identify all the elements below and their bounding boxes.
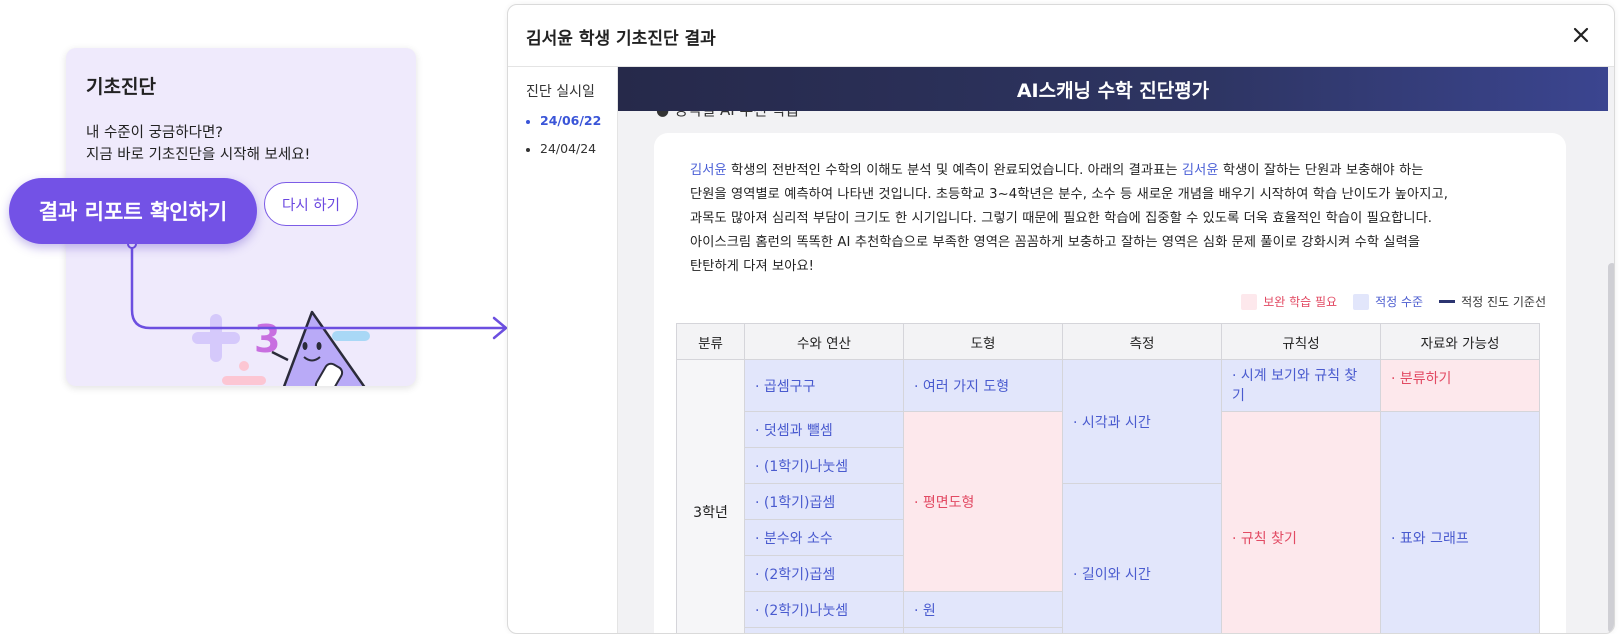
scrollbar-thumb[interactable] [1608, 263, 1615, 633]
modal-title: 김서윤 학생 기초진단 결과 [526, 24, 716, 49]
student-name: 김서윤 [1182, 163, 1219, 178]
bullet-icon [526, 120, 530, 124]
unit-cell: · 덧셈과 뺄셈 [745, 412, 904, 448]
report-content[interactable]: AI스캐닝 수학 진단평가 ● 영역별 AI 추천 학습 김서윤 학생의 전반적… [618, 67, 1615, 634]
table-header: 수와 연산 [745, 324, 904, 360]
retry-button[interactable]: 다시 하기 [264, 182, 358, 226]
need-swatch [1241, 294, 1257, 310]
report-panel: 김서윤 학생의 전반적인 수학의 이해도 분석 및 예측이 완료되었습니다. 아… [654, 133, 1566, 634]
sidebar-title: 진단 실시일 [526, 81, 595, 101]
bullet-icon [526, 148, 530, 152]
unit-cell [745, 628, 904, 634]
card-desc-line1: 내 수준이 궁금하다면? [86, 122, 310, 144]
unit-cell: · 표와 그래프 [1381, 412, 1540, 634]
legend-ok: 적정 수준 [1353, 293, 1423, 310]
diagnosis-result-modal: 김서윤 학생 기초진단 결과 진단 실시일 24/06/22 24/04/24 … [507, 4, 1615, 634]
close-icon[interactable] [1568, 22, 1594, 48]
modal-header: 김서윤 학생 기초진단 결과 [508, 5, 1614, 67]
student-name: 김서윤 [690, 163, 727, 178]
date-sidebar: 진단 실시일 24/06/22 24/04/24 [508, 67, 618, 634]
card-desc-line2: 지금 바로 기초진단을 시작해 보세요! [86, 144, 310, 166]
unit-cell [904, 628, 1063, 634]
unit-cell: · 평면도형 [904, 412, 1063, 592]
date-label: 24/06/22 [540, 113, 601, 128]
ok-swatch [1353, 294, 1369, 310]
legend-line: 적정 진도 기준선 [1439, 293, 1546, 310]
legend-need: 보완 학습 필요 [1241, 293, 1337, 310]
legend: 보완 학습 필요 적정 수준 적정 진도 기준선 [1241, 293, 1546, 310]
table-header: 자료와 가능성 [1381, 324, 1540, 360]
unit-cell: · 곱셈구구 [745, 360, 904, 412]
date-label: 24/04/24 [540, 141, 596, 156]
table-header: 측정 [1063, 324, 1222, 360]
unit-cell: · (1학기)나눗셈 [745, 448, 904, 484]
baseline-swatch [1439, 300, 1455, 303]
date-item-active[interactable]: 24/06/22 [526, 113, 601, 128]
report-paragraph: 김서윤 학생의 전반적인 수학의 이해도 분석 및 예측이 완료되었습니다. 아… [690, 159, 1530, 279]
card-title: 기초진단 [86, 72, 156, 99]
unit-cell: · 길이와 시간 [1063, 484, 1222, 634]
table-header: 분류 [677, 324, 745, 360]
unit-cell: · 분수와 소수 [745, 520, 904, 556]
grade-cell: 3학년 [677, 360, 745, 634]
card-description: 내 수준이 궁금하다면? 지금 바로 기초진단을 시작해 보세요! [86, 122, 310, 166]
unit-cell: · 시계 보기와 규칙 찾기 [1222, 360, 1381, 412]
unit-cell: · (2학기)나눗셈 [745, 592, 904, 628]
unit-cell: · 시각과 시간 [1063, 360, 1222, 484]
date-item[interactable]: 24/04/24 [526, 141, 596, 156]
report-banner: AI스캐닝 수학 진단평가 [618, 67, 1608, 111]
table-header: 규칙성 [1222, 324, 1381, 360]
unit-cell: · 원 [904, 592, 1063, 628]
unit-cell: · 여러 가지 도형 [904, 360, 1063, 412]
table-header: 도형 [904, 324, 1063, 360]
unit-cell: · (1학기)곱셈 [745, 484, 904, 520]
result-report-button[interactable]: 결과 리포트 확인하기 [9, 178, 257, 244]
unit-cell: · (2학기)곱셈 [745, 556, 904, 592]
math-character-illustration: 3 [192, 260, 392, 386]
unit-cell: · 분류하기 [1381, 360, 1540, 412]
result-table: 분류 수와 연산 도형 측정 규칙성 자료와 가능성 3학년 · 곱셈구구 · … [676, 323, 1540, 634]
unit-cell: · 규칙 찾기 [1222, 412, 1381, 634]
